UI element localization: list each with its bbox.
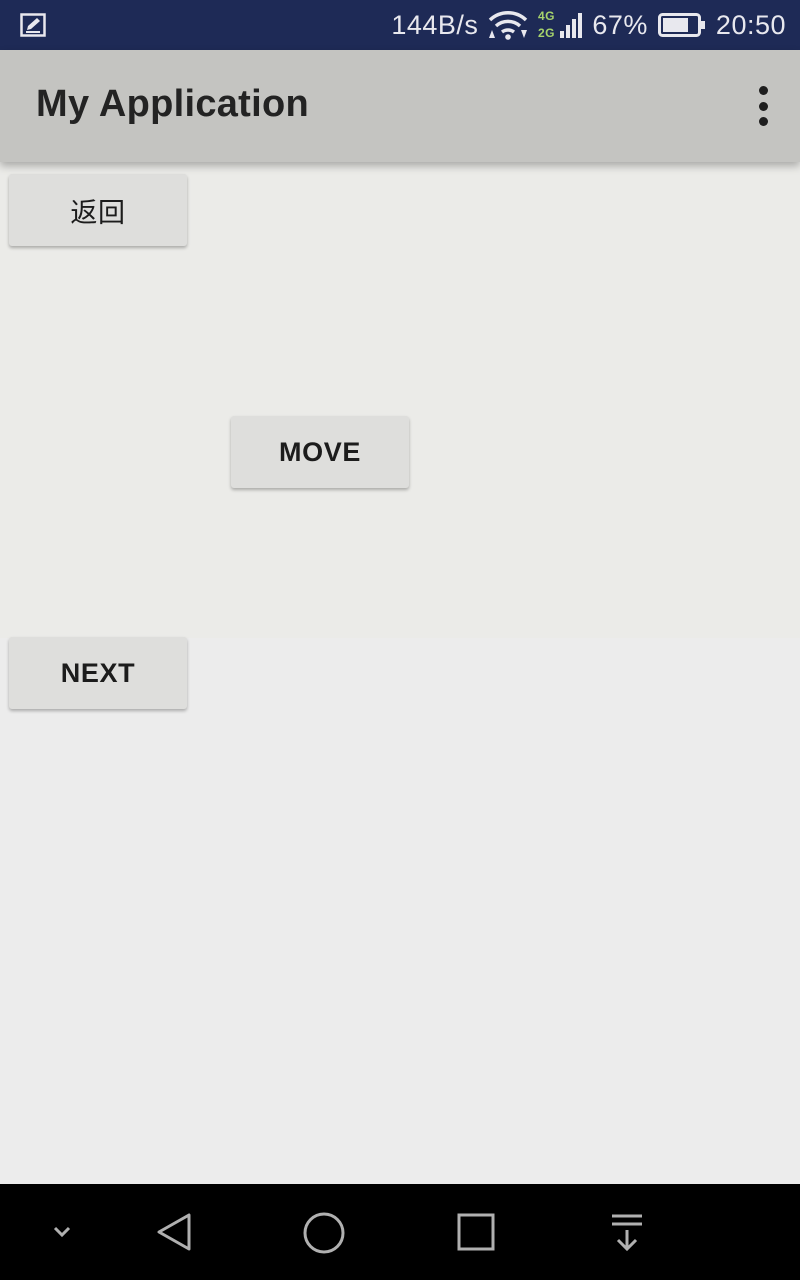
- app-title: My Application: [36, 83, 310, 125]
- next-button[interactable]: NEXT: [9, 637, 187, 709]
- move-button[interactable]: MOVE: [231, 416, 409, 488]
- clock: 20:50: [715, 9, 786, 40]
- animation-area: 返回 MOVE: [0, 162, 800, 638]
- network-speed: 144B/s: [391, 9, 479, 40]
- back-icon[interactable]: [154, 1212, 194, 1252]
- home-icon[interactable]: [302, 1212, 346, 1256]
- main-content: 返回 MOVE NEXT: [0, 162, 800, 1184]
- app-bar: My Application: [0, 50, 800, 162]
- status-bar: 144B/s 4G 2G 67% 20:50: [0, 0, 800, 50]
- signal-label-2g: 2G: [538, 26, 555, 40]
- edit-note-icon: [20, 13, 46, 37]
- navigation-bar: [0, 1184, 800, 1280]
- overflow-menu-icon[interactable]: [756, 86, 770, 126]
- signal-label-4g: 4G: [538, 9, 555, 23]
- cell-signal-icon: 4G 2G: [538, 9, 583, 40]
- hide-nav-icon[interactable]: [50, 1220, 74, 1244]
- recents-icon[interactable]: [456, 1212, 496, 1252]
- back-button[interactable]: 返回: [9, 174, 187, 246]
- battery-percent: 67%: [592, 9, 648, 40]
- notification-pull-icon[interactable]: [608, 1212, 646, 1252]
- wifi-icon: [489, 11, 528, 40]
- battery-icon: [657, 13, 705, 37]
